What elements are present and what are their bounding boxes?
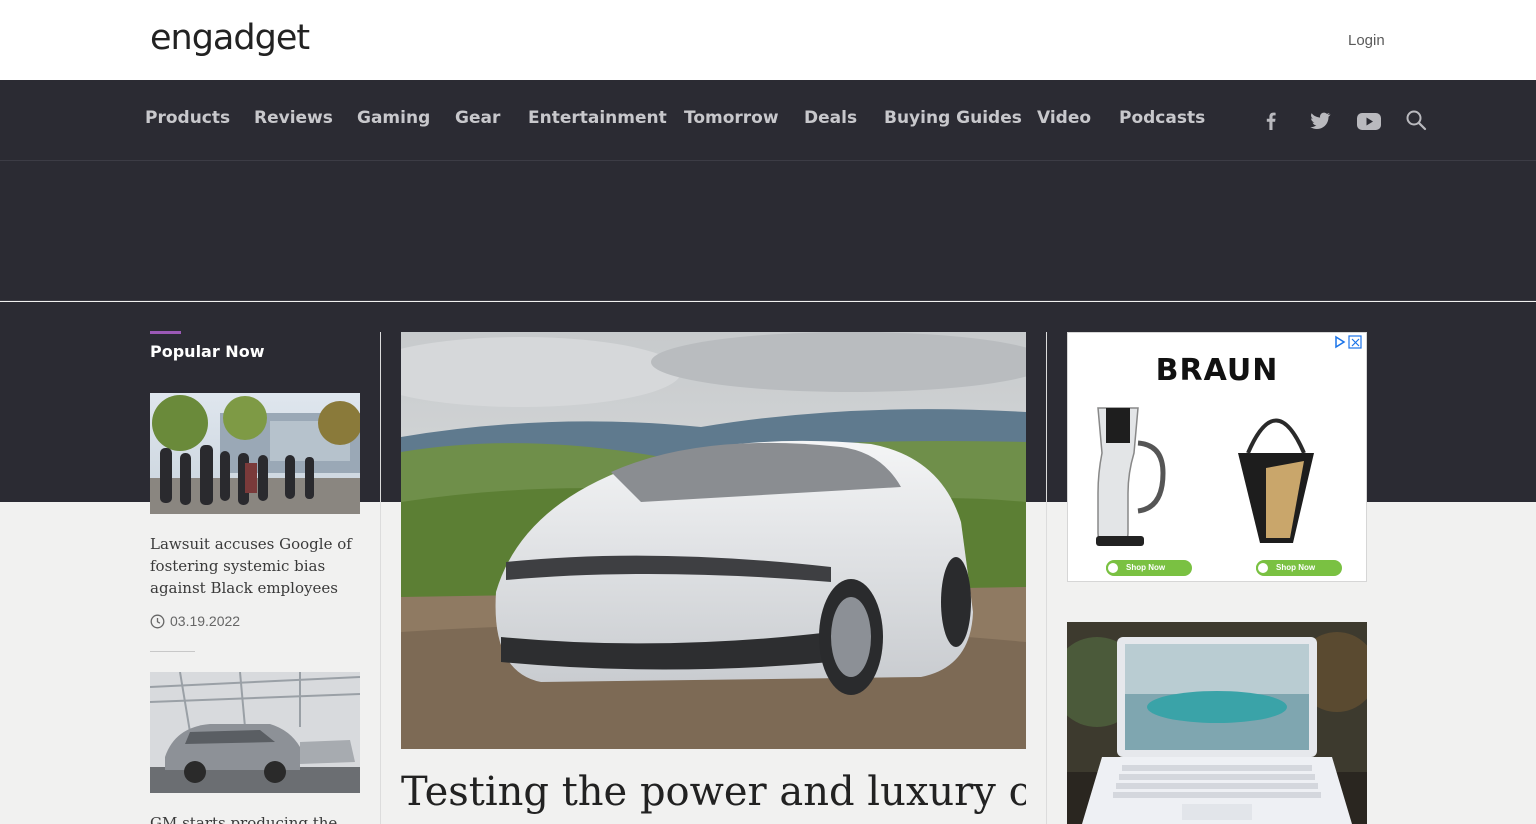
nav-item-buying-guides[interactable]: Buying Guides (884, 108, 1022, 128)
story-title-google-lawsuit[interactable]: Lawsuit accuses Google of fostering syst… (150, 533, 362, 599)
hero-image[interactable] (401, 332, 1026, 749)
main-nav: Products Reviews Gaming Gear Entertainme… (0, 80, 1536, 161)
clock-icon (150, 614, 165, 628)
story-date: 03.19.2022 (150, 613, 240, 629)
story-title-gm[interactable]: GM starts producing the (150, 812, 362, 824)
top-header: engadget Login (0, 0, 1536, 80)
youtube-icon[interactable] (1356, 108, 1382, 134)
login-link[interactable]: Login (1348, 32, 1385, 49)
column-divider-left (380, 332, 381, 824)
nav-item-video[interactable]: Video (1037, 108, 1091, 128)
nav-item-deals[interactable]: Deals (804, 108, 857, 128)
facebook-icon[interactable] (1258, 108, 1284, 134)
popular-now-heading: Popular Now (150, 342, 265, 361)
braun-logo: BRAUN (1155, 353, 1279, 388)
story-separator (150, 651, 195, 652)
nav-item-podcasts[interactable]: Podcasts (1119, 108, 1205, 128)
engadget-logo[interactable]: engadget (150, 18, 310, 58)
twitter-icon[interactable] (1307, 108, 1333, 134)
braun-ad[interactable]: BRAUN Shop Now Shop Now (1067, 332, 1367, 582)
search-icon[interactable] (1404, 108, 1430, 134)
shop-now-button-2[interactable]: Shop Now (1276, 563, 1315, 572)
section-accent-bar (150, 331, 181, 334)
nav-item-reviews[interactable]: Reviews (254, 108, 333, 128)
shop-now-button-1[interactable]: Shop Now (1126, 563, 1165, 572)
laptop-image[interactable] (1067, 622, 1367, 824)
story-thumbnail-google[interactable] (150, 393, 360, 514)
hero-headline[interactable]: Testing the power and luxury of (401, 768, 1026, 816)
top-ad-slot (0, 161, 1536, 301)
column-divider-right (1046, 332, 1047, 824)
adchoices-icon (1335, 335, 1346, 349)
nav-item-gaming[interactable]: Gaming (357, 108, 430, 128)
story-date-text: 03.19.2022 (170, 613, 241, 629)
nav-item-entertainment[interactable]: Entertainment (528, 108, 667, 128)
nav-item-gear[interactable]: Gear (455, 108, 500, 128)
story-thumbnail-gm[interactable] (150, 672, 360, 793)
nav-item-tomorrow[interactable]: Tomorrow (684, 108, 779, 128)
nav-item-products[interactable]: Products (145, 108, 230, 128)
